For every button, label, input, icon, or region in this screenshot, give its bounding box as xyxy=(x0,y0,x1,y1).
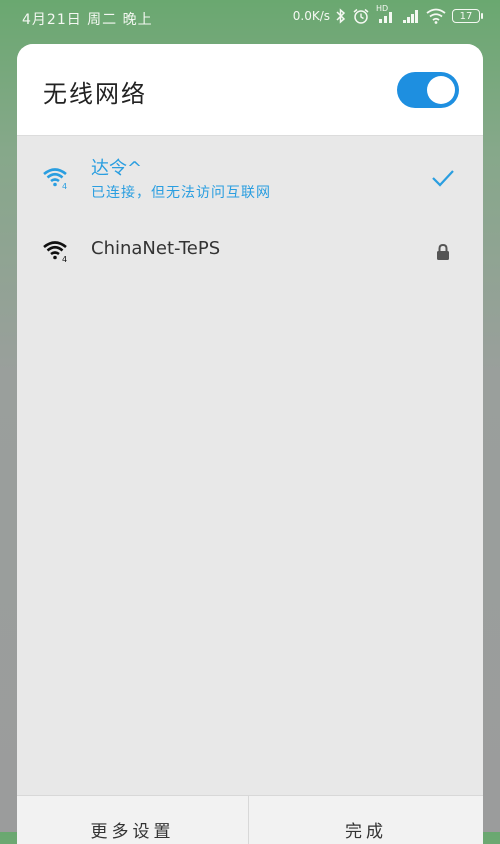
network-item[interactable]: 4 ChinaNet-TePS xyxy=(17,220,483,280)
checkmark-icon xyxy=(432,170,454,187)
wifi-connected-icon: 4 xyxy=(43,168,67,190)
lock-icon xyxy=(437,243,449,260)
wifi-gen-label-2: 4 xyxy=(62,255,67,263)
wifi-status-icon xyxy=(426,8,446,24)
dialog-title: 无线网络 xyxy=(43,80,147,108)
network-item-connected[interactable]: 4 达令^ 已连接，但无法访问互联网 xyxy=(17,144,483,214)
dialog-footer: 更多设置 完成 xyxy=(17,795,483,844)
battery-icon: 17 xyxy=(452,9,483,23)
network-status: 已连接，但无法访问互联网 xyxy=(91,185,271,201)
network-name-2: ChinaNet-TePS xyxy=(91,238,221,259)
status-datetime: 4月21日 周二 晚上 xyxy=(22,12,153,28)
wifi-dialog: 无线网络 4 达令^ 已连接，但无法访问互联网 4 ChinaNet-TePS … xyxy=(17,44,483,844)
network-name: 达令^ xyxy=(91,158,143,179)
wifi-toggle[interactable] xyxy=(397,72,459,108)
net-speed: 0.0K/s xyxy=(292,9,330,23)
done-button[interactable]: 完成 xyxy=(250,796,482,844)
status-icons: 0.0K/s HD 17 xyxy=(292,4,483,24)
wifi-gen-label: 4 xyxy=(62,182,67,190)
dialog-header: 无线网络 xyxy=(17,44,483,136)
more-settings-button[interactable]: 更多设置 xyxy=(17,796,249,844)
bluetooth-icon xyxy=(336,8,346,24)
toggle-knob xyxy=(427,76,455,104)
signal-bars-icon xyxy=(379,12,392,23)
status-bar: 4月21日 周二 晚上 0.0K/s HD 17 xyxy=(0,0,500,36)
hd-signal: HD xyxy=(376,4,396,24)
signal-bars-icon-2 xyxy=(403,10,418,23)
alarm-icon xyxy=(353,8,369,24)
wifi-icon: 4 xyxy=(43,241,67,263)
